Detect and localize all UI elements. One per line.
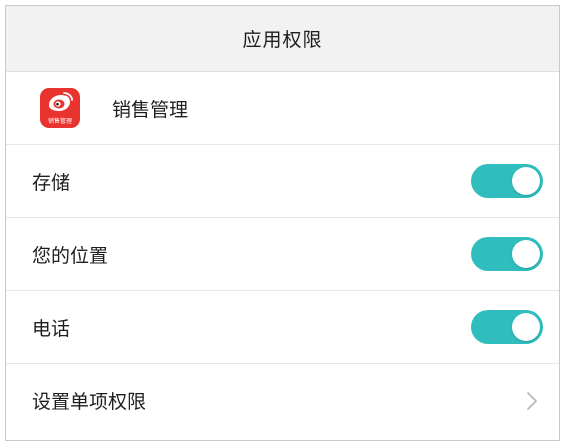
permission-row-location: 您的位置 <box>6 218 559 291</box>
storage-toggle[interactable] <box>471 164 543 198</box>
individual-permissions-row[interactable]: 设置单项权限 <box>6 364 559 437</box>
weibo-eye-icon <box>49 92 73 111</box>
phone-toggle[interactable] <box>471 310 543 344</box>
toggle-knob <box>512 313 540 341</box>
app-icon-caption: 销售管理 <box>47 118 72 125</box>
permission-row-storage: 存储 <box>6 145 559 218</box>
toggle-knob <box>512 240 540 268</box>
app-info-row: 销售管理 销售管理 <box>6 72 559 145</box>
permission-label: 存储 <box>32 171 71 194</box>
permission-row-phone: 电话 <box>6 291 559 364</box>
permission-label: 电话 <box>32 317 71 340</box>
app-name: 销售管理 <box>112 98 189 121</box>
chevron-right-icon <box>527 391 537 410</box>
page-title: 应用权限 <box>242 29 323 51</box>
app-icon: 销售管理 <box>40 88 80 128</box>
app-permissions-screen: 应用权限 销售管理 销售管理 存储 您的位置 电话 设置单项权限 <box>5 5 560 441</box>
toggle-knob <box>512 167 540 195</box>
individual-permissions-label: 设置单项权限 <box>32 391 147 413</box>
title-bar: 应用权限 <box>6 6 559 72</box>
location-toggle[interactable] <box>471 237 543 271</box>
permission-label: 您的位置 <box>32 244 109 267</box>
